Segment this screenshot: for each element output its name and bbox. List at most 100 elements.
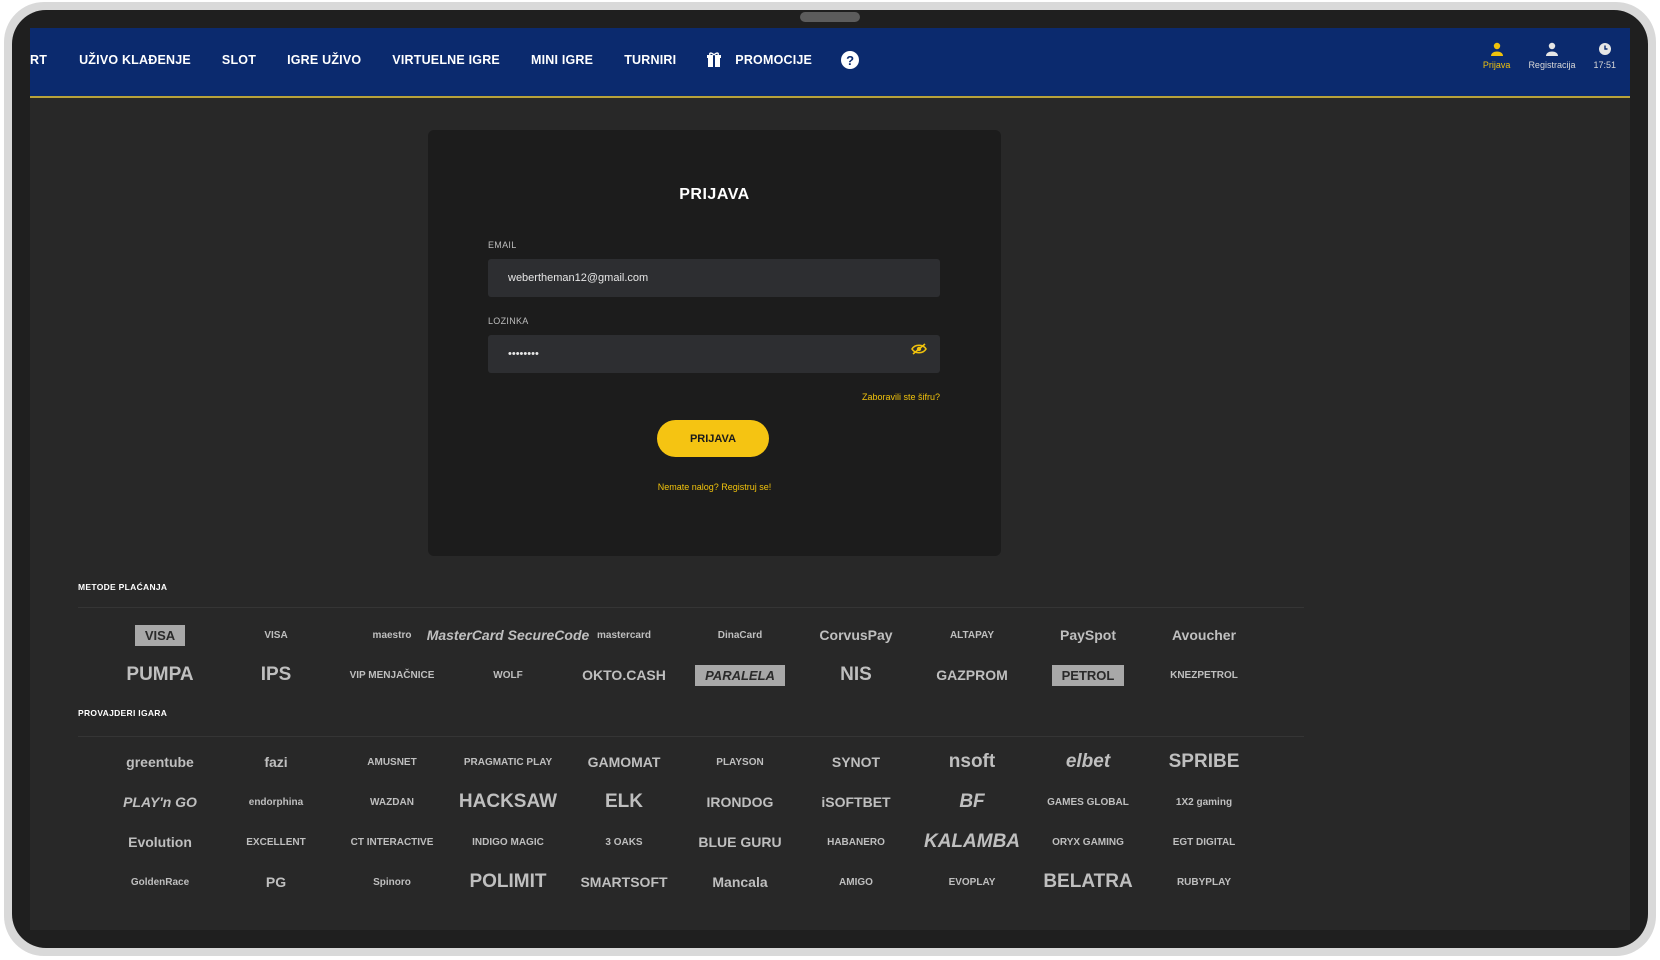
login-button[interactable]: PRIJAVA (657, 420, 769, 457)
email-field[interactable] (488, 259, 940, 297)
provider-logo-nsoft[interactable]: nsoft (914, 742, 1030, 782)
provider-logo-irondog[interactable]: IRONDOG (682, 782, 798, 822)
login-title: PRIJAVA (679, 186, 750, 203)
provider-logo-spinoro[interactable]: Spinoro (334, 862, 450, 902)
provider-logo-wazdan[interactable]: WAZDAN (334, 782, 450, 822)
provider-logo-egt-digital[interactable]: EGT DIGITAL (1146, 822, 1262, 862)
login-menu-button[interactable]: Prijava (1482, 42, 1511, 70)
provider-logo-playson[interactable]: PLAYSON (682, 742, 798, 782)
payment-logo-visa[interactable]: VISA (102, 615, 218, 655)
user-add-icon (1545, 42, 1558, 56)
provider-logo-evolution[interactable]: Evolution (102, 822, 218, 862)
clock-time: 17:51 (1593, 60, 1616, 70)
payment-logo-petrol[interactable]: PETROL (1030, 655, 1146, 695)
provider-logo-1x2-gaming[interactable]: 1X2 gaming (1146, 782, 1262, 822)
nav-item-live-betting[interactable]: UŽIVO KLAĐENJE (79, 53, 191, 67)
provider-logo-amigo[interactable]: AMIGO (798, 862, 914, 902)
payment-logo-gazprom[interactable]: GAZPROM (914, 655, 1030, 695)
payment-logo-payspot[interactable]: PaySpot (1030, 615, 1146, 655)
nav-item-slot[interactable]: SLOT (222, 53, 256, 67)
provider-logo-fazi[interactable]: fazi (218, 742, 334, 782)
provider-logo-mancala[interactable]: Mancala (682, 862, 798, 902)
email-label: EMAIL (488, 240, 517, 250)
provider-logo-polimit[interactable]: POLIMIT (450, 862, 566, 902)
payment-logo-okto-cash[interactable]: OKTO.CASH (566, 655, 682, 695)
payment-logo-altapay[interactable]: ALTAPAY (914, 615, 1030, 655)
provider-logo-rubyplay[interactable]: RUBYPLAY (1146, 862, 1262, 902)
nav-item-sport[interactable]: RT (30, 53, 47, 67)
nav-item-mini-games[interactable]: MINI IGRE (531, 53, 593, 67)
provider-logo-elk[interactable]: ELK (566, 782, 682, 822)
login-menu-label: Prijava (1482, 60, 1511, 70)
screen: RT UŽIVO KLAĐENJE SLOT IGRE UŽIVO VIRTUE… (30, 28, 1630, 930)
provider-logo-synot[interactable]: SYNOT (798, 742, 914, 782)
nav-item-promotions-label: PROMOCIJE (735, 53, 813, 67)
provider-logo-amusnet[interactable]: AMUSNET (334, 742, 450, 782)
payment-logo-visa-secure[interactable]: VISA (218, 615, 334, 655)
gift-icon (707, 52, 722, 67)
provider-logo-indigo-magic[interactable]: INDIGO MAGIC (450, 822, 566, 862)
provider-logo-spribe[interactable]: SPRIBE (1146, 742, 1262, 782)
nav-item-tournaments[interactable]: TURNIRI (624, 53, 676, 67)
game-providers-title: PROVAJDERI IGARA (78, 708, 168, 718)
register-menu-button[interactable]: Registracija (1528, 42, 1575, 70)
nav-item-virtual-games[interactable]: VIRTUELNE IGRE (392, 53, 500, 67)
nav-item-promotions[interactable]: PROMOCIJE (707, 52, 812, 68)
payment-logo-knezpetrol[interactable]: KNEZPETROL (1146, 655, 1262, 695)
top-navigation-bar: RT UŽIVO KLAĐENJE SLOT IGRE UŽIVO VIRTUE… (30, 28, 1630, 98)
provider-logo-oryx-gaming[interactable]: ORYX GAMING (1030, 822, 1146, 862)
provider-logo-evoplay[interactable]: EVOPLAY (914, 862, 1030, 902)
main-nav: RT UŽIVO KLAĐENJE SLOT IGRE UŽIVO VIRTUE… (30, 28, 860, 92)
password-field[interactable] (488, 335, 940, 373)
payment-logo-dinacard[interactable]: DinaCard (682, 615, 798, 655)
provider-logo-games-global[interactable]: GAMES GLOBAL (1030, 782, 1146, 822)
payment-logo-mastercard-securecode[interactable]: MasterCard SecureCode (427, 615, 590, 655)
payment-logo-avoucher[interactable]: Avoucher (1146, 615, 1262, 655)
hide-password-icon[interactable] (911, 343, 927, 355)
provider-logo-kalamba[interactable]: KALAMBA (914, 822, 1030, 862)
forgot-password-link[interactable]: Zaboravili ste šifru? (862, 392, 940, 402)
provider-logo-belatra[interactable]: BELATRA (1030, 862, 1146, 902)
user-icon (1490, 42, 1503, 56)
provider-logo-goldenrace[interactable]: GoldenRace (102, 862, 218, 902)
payment-logo-mastercard[interactable]: mastercard (566, 615, 682, 655)
payment-logos: VISA VISA maestro MasterCard SecureCode … (102, 615, 1262, 695)
provider-logo-elbet[interactable]: elbet (1030, 742, 1146, 782)
user-menu: Prijava Registracija 17:51 (1465, 42, 1616, 70)
provider-logo-gamomat[interactable]: GAMOMAT (566, 742, 682, 782)
payment-logo-ips[interactable]: IPS (218, 655, 334, 695)
payment-methods-title: METODE PLAĆANJA (78, 582, 168, 592)
provider-logo-isoftbet[interactable]: iSOFTBET (798, 782, 914, 822)
provider-logo-hacksaw[interactable]: HACKSAW (450, 782, 566, 822)
provider-logos: greentube fazi AMUSNET PRAGMATIC PLAY GA… (102, 742, 1262, 902)
provider-logo-blue-guru[interactable]: BLUE GURU (682, 822, 798, 862)
provider-logo-smartsoft[interactable]: SMARTSOFT (566, 862, 682, 902)
clock-display: 17:51 (1593, 42, 1616, 70)
provider-logo-pg[interactable]: PG (218, 862, 334, 902)
register-link[interactable]: Nemate nalog? Registruj se! (428, 482, 1001, 492)
provider-logo-pragmatic-play[interactable]: PRAGMATIC PLAY (450, 742, 566, 782)
help-icon[interactable]: ? (841, 51, 860, 69)
provider-logo-ct-interactive[interactable]: CT INTERACTIVE (334, 822, 450, 862)
provider-logo-greentube[interactable]: greentube (102, 742, 218, 782)
payment-logo-nis[interactable]: NIS (798, 655, 914, 695)
provider-logo-endorphina[interactable]: endorphina (218, 782, 334, 822)
payment-logo-vip-menjacnice[interactable]: VIP MENJAČNICE (334, 655, 450, 695)
tablet-notch (800, 12, 860, 22)
payment-logo-paralela[interactable]: PARALELA (682, 655, 798, 695)
payment-divider (78, 607, 1304, 608)
provider-logo-bf[interactable]: BF (914, 782, 1030, 822)
clock-icon (1598, 43, 1611, 55)
login-card: PRIJAVA EMAIL LOZINKA Zaboravili ste šif… (428, 130, 1001, 556)
payment-logo-corvuspay[interactable]: CorvusPay (798, 615, 914, 655)
providers-divider (78, 736, 1304, 737)
payment-logo-wolf[interactable]: WOLF (450, 655, 566, 695)
payment-logo-pumpa[interactable]: PUMPA (102, 655, 218, 695)
nav-item-live-games[interactable]: IGRE UŽIVO (287, 53, 361, 67)
provider-logo-habanero[interactable]: HABANERO (798, 822, 914, 862)
provider-logo-3-oaks[interactable]: 3 OAKS (566, 822, 682, 862)
provider-logo-playngo[interactable]: PLAY'n GO (102, 782, 218, 822)
password-label: LOZINKA (488, 316, 529, 326)
provider-logo-excellent[interactable]: EXCELLENT (218, 822, 334, 862)
register-menu-label: Registracija (1528, 60, 1576, 70)
